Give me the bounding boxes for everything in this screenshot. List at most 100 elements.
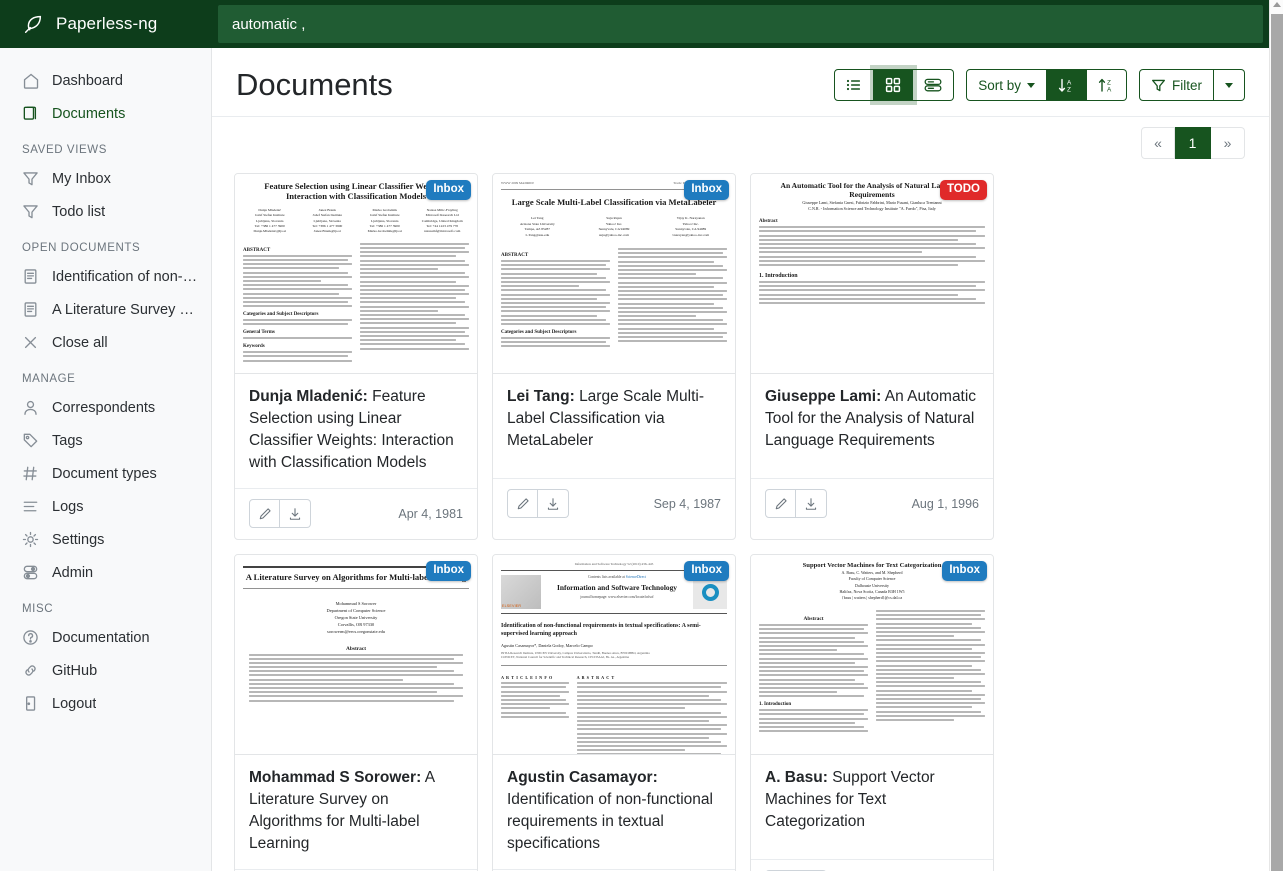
filter-dropdown-toggle[interactable] — [1214, 69, 1245, 101]
edit-button[interactable] — [507, 489, 538, 518]
sort-ascending-button[interactable]: A Z — [1047, 69, 1087, 101]
download-button[interactable] — [796, 489, 827, 518]
status-badge[interactable]: Inbox — [684, 561, 729, 581]
download-button[interactable] — [280, 499, 311, 528]
document-card[interactable]: Feature Selection using Linear Classifie… — [234, 173, 478, 540]
sidebar-item-documentation[interactable]: Documentation — [0, 621, 211, 654]
sidebar-item-settings[interactable]: Settings — [0, 523, 211, 556]
document-title: Mohammad S Sorower: A Literature Survey … — [249, 767, 463, 855]
document-card-footer: Apr 4, 1981 — [235, 488, 477, 539]
document-title: Giuseppe Lami: An Automatic Tool for the… — [765, 386, 979, 452]
document-correspondent: Giuseppe Lami: — [765, 388, 881, 405]
pagination-next[interactable]: » — [1211, 127, 1245, 159]
sort-az-icon: A Z — [1058, 77, 1075, 94]
document-thumbnail[interactable]: Information and Software Technology 52 (… — [493, 555, 735, 755]
search-area — [212, 0, 1269, 48]
badge-group: Inbox — [426, 180, 471, 200]
sort-by-dropdown[interactable]: Sort by — [966, 69, 1047, 101]
document-card-body: Agustin Casamayor: Identification of non… — [493, 755, 735, 869]
sidebar-item-document-types[interactable]: Document types — [0, 457, 211, 490]
document-title-text: Identification of non-functional require… — [507, 791, 713, 852]
document-card[interactable]: Information and Software Technology 52 (… — [492, 554, 736, 871]
sidebar-item-github[interactable]: GitHub — [0, 654, 211, 687]
view-mode-group — [834, 69, 954, 101]
sidebar-item-documents[interactable]: Documents — [0, 97, 211, 130]
edit-button[interactable] — [765, 489, 796, 518]
download-button[interactable] — [538, 489, 569, 518]
document-thumbnail[interactable]: An Automatic Tool for the Analysis of Na… — [751, 174, 993, 374]
badge-group: Inbox — [942, 561, 987, 581]
document-card-footer: Aug 1, 1996 — [751, 478, 993, 529]
funnel-icon — [22, 203, 39, 220]
list-view-button[interactable] — [834, 69, 874, 101]
question-circle-icon — [22, 629, 39, 646]
sidebar-item-admin[interactable]: Admin — [0, 556, 211, 589]
sort-za-icon: Z A — [1098, 77, 1115, 94]
document-thumbnail[interactable]: Feature Selection using Linear Classifie… — [235, 174, 477, 374]
sidebar-item-label: Todo list — [52, 204, 105, 220]
document-card-body: A. Basu: Support Vector Machines for Tex… — [751, 755, 993, 859]
sidebar-item-logs[interactable]: Logs — [0, 490, 211, 523]
sidebar-item-correspondents[interactable]: Correspondents — [0, 391, 211, 424]
document-thumbnail[interactable]: A Literature Survey on Algorithms for Mu… — [235, 555, 477, 755]
sidebar-item-todo-list[interactable]: Todo list — [0, 195, 211, 228]
sidebar-item-identification-of-non-fu[interactable]: Identification of non-fu… — [0, 260, 211, 293]
document-card[interactable]: WWW 2009 MADRID!Track: Data Mining / Ses… — [492, 173, 736, 540]
edit-button[interactable] — [249, 499, 280, 528]
document-thumbnail[interactable]: Support Vector Machines for Text Categor… — [751, 555, 993, 755]
document-card[interactable]: Support Vector Machines for Text Categor… — [750, 554, 994, 871]
grid-view-button[interactable] — [874, 69, 913, 101]
filter-button[interactable]: Filter — [1139, 69, 1214, 101]
svg-text:A: A — [1107, 86, 1112, 93]
sidebar-item-tags[interactable]: Tags — [0, 424, 211, 457]
documents-icon — [22, 105, 39, 122]
scrollbar-thumb[interactable] — [1271, 14, 1283, 871]
pagination-page-1[interactable]: 1 — [1175, 127, 1211, 159]
document-card[interactable]: An Automatic Tool for the Analysis of Na… — [750, 173, 994, 540]
sidebar-item-label: Document types — [52, 466, 157, 482]
thumbnail-preview: WWW 2009 MADRID!Track: Data Mining / Ses… — [493, 174, 735, 373]
brand-area[interactable]: Paperless-ng — [0, 0, 212, 48]
sidebar-item-label: Dashboard — [52, 73, 123, 89]
sidebar-item-label: Settings — [52, 532, 104, 548]
file-text-icon — [22, 301, 39, 318]
sidebar-item-dashboard[interactable]: Dashboard — [0, 64, 211, 97]
badge-group: Inbox — [684, 561, 729, 581]
search-input[interactable] — [218, 5, 1263, 43]
sidebar-item-a-literature-survey-on[interactable]: A Literature Survey on … — [0, 293, 211, 326]
sort-group: Sort by A Z Z A — [966, 69, 1127, 101]
document-date: Apr 4, 1981 — [398, 507, 463, 521]
document-date: Sep 4, 1987 — [654, 497, 721, 511]
document-card-footer: Sep 4, 1987 — [493, 478, 735, 529]
sidebar-item-my-inbox[interactable]: My Inbox — [0, 162, 211, 195]
document-correspondent: Lei Tang: — [507, 388, 575, 405]
gear-icon — [22, 531, 39, 548]
document-thumbnail[interactable]: WWW 2009 MADRID!Track: Data Mining / Ses… — [493, 174, 735, 374]
sidebar-item-logout[interactable]: Logout — [0, 687, 211, 720]
thumbnail-preview: Information and Software Technology 52 (… — [493, 555, 735, 754]
pencil-icon — [774, 497, 788, 511]
document-card-body: Giuseppe Lami: An Automatic Tool for the… — [751, 374, 993, 478]
document-card[interactable]: A Literature Survey on Algorithms for Mu… — [234, 554, 478, 871]
sort-descending-button[interactable]: Z A — [1087, 69, 1127, 101]
sidebar-item-label: Close all — [52, 335, 108, 351]
top-bar: Paperless-ng — [0, 0, 1269, 48]
document-date: Aug 1, 1996 — [912, 497, 979, 511]
status-badge[interactable]: Inbox — [426, 561, 471, 581]
status-badge[interactable]: Inbox — [426, 180, 471, 200]
thumbnail-preview: Feature Selection using Linear Classifie… — [235, 174, 477, 373]
tag-icon — [22, 432, 39, 449]
details-view-button[interactable] — [913, 69, 954, 101]
badge-group: TODO — [940, 180, 987, 200]
document-correspondent: Agustin Casamayor: — [507, 769, 658, 786]
scroll-up-arrow-icon[interactable] — [1273, 2, 1281, 7]
sidebar-item-label: Logs — [52, 499, 83, 515]
page-scrollbar[interactable] — [1269, 0, 1283, 871]
pagination-prev[interactable]: « — [1141, 127, 1175, 159]
status-badge[interactable]: TODO — [940, 180, 987, 200]
status-badge[interactable]: Inbox — [684, 180, 729, 200]
status-badge[interactable]: Inbox — [942, 561, 987, 581]
download-icon — [546, 497, 560, 511]
list-lines-icon — [22, 498, 39, 515]
sidebar-item-close-all[interactable]: Close all — [0, 326, 211, 359]
